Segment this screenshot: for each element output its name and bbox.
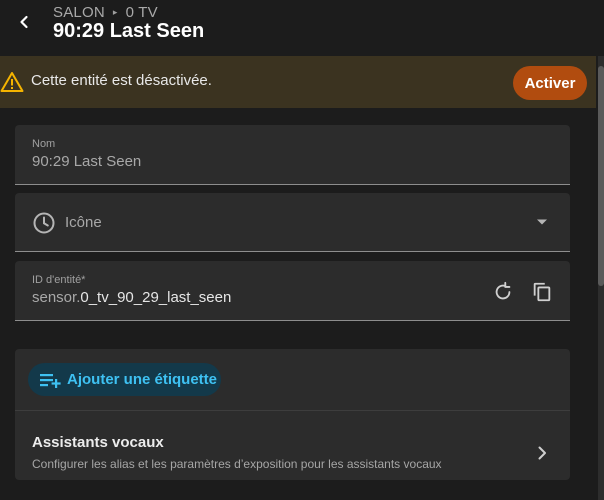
page-title: 90:29 Last Seen bbox=[53, 20, 205, 42]
banner-message: Cette entité est désactivée. bbox=[31, 72, 212, 89]
reset-entity-id-button[interactable] bbox=[488, 277, 518, 307]
copy-entity-id-button[interactable] bbox=[527, 277, 557, 307]
add-label-button[interactable]: Ajouter une étiquette bbox=[28, 363, 221, 396]
activate-button[interactable]: Activer bbox=[513, 66, 587, 100]
copy-icon bbox=[533, 282, 551, 302]
entity-id-field[interactable]: ID d'entité* sensor.0_tv_90_29_last_seen bbox=[15, 261, 570, 321]
back-button[interactable] bbox=[8, 6, 40, 38]
warning-icon bbox=[0, 72, 24, 92]
breadcrumb-device: 0 TV bbox=[125, 3, 158, 21]
icon-picker-placeholder: Icône bbox=[65, 214, 102, 231]
icon-picker[interactable]: Icône bbox=[15, 193, 570, 252]
entity-id-prefix: sensor. bbox=[32, 289, 81, 306]
entity-id-value: sensor.0_tv_90_29_last_seen bbox=[32, 289, 231, 306]
voice-assistants-title: Assistants vocaux bbox=[32, 434, 164, 451]
scrollbar-thumb[interactable] bbox=[598, 66, 604, 286]
entity-id-text: 0_tv_90_29_last_seen bbox=[80, 289, 232, 306]
name-field-label: Nom bbox=[32, 138, 56, 150]
clock-icon bbox=[33, 212, 55, 234]
name-field-value: 90:29 Last Seen bbox=[32, 153, 142, 170]
disabled-entity-banner: Cette entité est désactivée. bbox=[0, 56, 596, 108]
add-label-text: Ajouter une étiquette bbox=[67, 371, 218, 388]
breadcrumb-area: SALON bbox=[53, 3, 105, 21]
restore-icon bbox=[495, 281, 511, 300]
arrow-left-icon bbox=[20, 15, 28, 29]
playlist-plus-icon bbox=[40, 374, 61, 388]
breadcrumb-separator: ▸ bbox=[112, 6, 118, 17]
voice-assistants-row[interactable]: Assistants vocaux Configurer les alias e… bbox=[15, 411, 570, 480]
scrollbar[interactable] bbox=[598, 56, 604, 500]
name-field[interactable]: Nom 90:29 Last Seen bbox=[15, 125, 570, 185]
voice-assistants-subtitle: Configurer les alias et les paramètres d… bbox=[32, 457, 442, 471]
chevron-down-icon[interactable] bbox=[535, 217, 549, 227]
entity-settings-page: SALON ▸ 0 TV 90:29 Last Seen Cette entit… bbox=[0, 0, 604, 500]
chevron-right-icon bbox=[538, 446, 546, 460]
header: SALON ▸ 0 TV 90:29 Last Seen bbox=[0, 0, 604, 56]
labels-and-assistants-card: Ajouter une étiquette Assistants vocaux … bbox=[15, 349, 570, 480]
entity-id-label: ID d'entité* bbox=[32, 274, 86, 286]
breadcrumb: SALON ▸ 0 TV bbox=[53, 3, 158, 21]
